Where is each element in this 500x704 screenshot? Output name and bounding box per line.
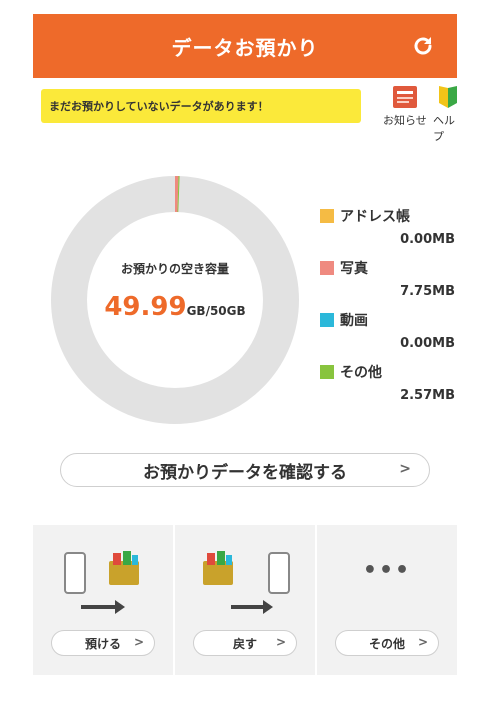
free-capacity-label: お預かりの空き容量 xyxy=(120,262,229,276)
action-cell-other: ••• その他 > xyxy=(317,525,457,675)
chart-legend: アドレス帳 0.00MB 写真 7.75MB 動画 0.00MB その他 2.5… xyxy=(320,206,455,414)
chevron-right-icon: > xyxy=(275,635,286,649)
backup-illustration-icon xyxy=(64,551,139,614)
legend-label: 動画 xyxy=(340,313,368,329)
action-panel: 預ける > 戻す > ••• その他 > xyxy=(33,525,457,675)
view-stored-data-button[interactable]: お預かりデータを確認する > xyxy=(60,453,430,487)
backup-label: 預ける xyxy=(84,636,121,651)
help-button[interactable]: ヘルプ xyxy=(433,84,463,144)
legend-swatch-video xyxy=(320,313,334,327)
action-cell-backup: 預ける > xyxy=(33,525,175,675)
news-button[interactable]: お知らせ xyxy=(383,84,427,128)
legend-value: 0.00MB xyxy=(400,232,455,247)
legend-item-other: その他 2.57MB xyxy=(320,362,455,414)
news-label: お知らせ xyxy=(383,114,427,127)
beginner-mark-icon xyxy=(439,86,457,108)
legend-swatch-address-book xyxy=(320,209,334,223)
legend-label: 写真 xyxy=(340,261,368,277)
legend-item-address-book: アドレス帳 0.00MB xyxy=(320,206,455,258)
chevron-right-icon: > xyxy=(399,461,411,477)
chevron-right-icon: > xyxy=(417,635,428,649)
help-label: ヘルプ xyxy=(433,114,455,143)
legend-item-photos: 写真 7.75MB xyxy=(320,258,455,310)
legend-swatch-other xyxy=(320,365,334,379)
app-header: データお預かり xyxy=(33,14,457,78)
free-capacity-unit: GB/50GB xyxy=(186,304,246,318)
refresh-icon[interactable] xyxy=(411,34,435,58)
other-button[interactable]: その他 > xyxy=(335,630,439,656)
other-label: その他 xyxy=(368,636,405,651)
free-capacity-number: 49.99 xyxy=(104,292,187,322)
legend-value: 7.75MB xyxy=(400,284,455,299)
page-title: データお預かり xyxy=(171,35,319,60)
legend-label: その他 xyxy=(340,365,382,381)
more-icon: ••• xyxy=(362,558,412,583)
free-capacity-value: 49.99GB/50GB xyxy=(45,292,305,322)
notice-row: まだお預かりしていないデータがあります！ お知らせ ヘルプ xyxy=(33,82,457,143)
chevron-right-icon: > xyxy=(133,635,144,649)
restore-button[interactable]: 戻す > xyxy=(193,630,297,656)
news-icon xyxy=(392,86,417,108)
legend-swatch-photos xyxy=(320,261,334,275)
backup-button[interactable]: 預ける > xyxy=(51,630,155,656)
restore-illustration-icon xyxy=(203,551,290,614)
action-cell-restore: 戻す > xyxy=(175,525,317,675)
legend-item-video: 動画 0.00MB xyxy=(320,310,455,362)
legend-label: アドレス帳 xyxy=(340,209,410,225)
view-stored-data-label: お預かりデータを確認する xyxy=(143,462,347,483)
restore-label: 戻す xyxy=(232,636,257,651)
legend-value: 2.57MB xyxy=(400,388,455,403)
pending-data-notice[interactable]: まだお預かりしていないデータがあります！ xyxy=(41,89,361,123)
legend-value: 0.00MB xyxy=(400,336,455,351)
